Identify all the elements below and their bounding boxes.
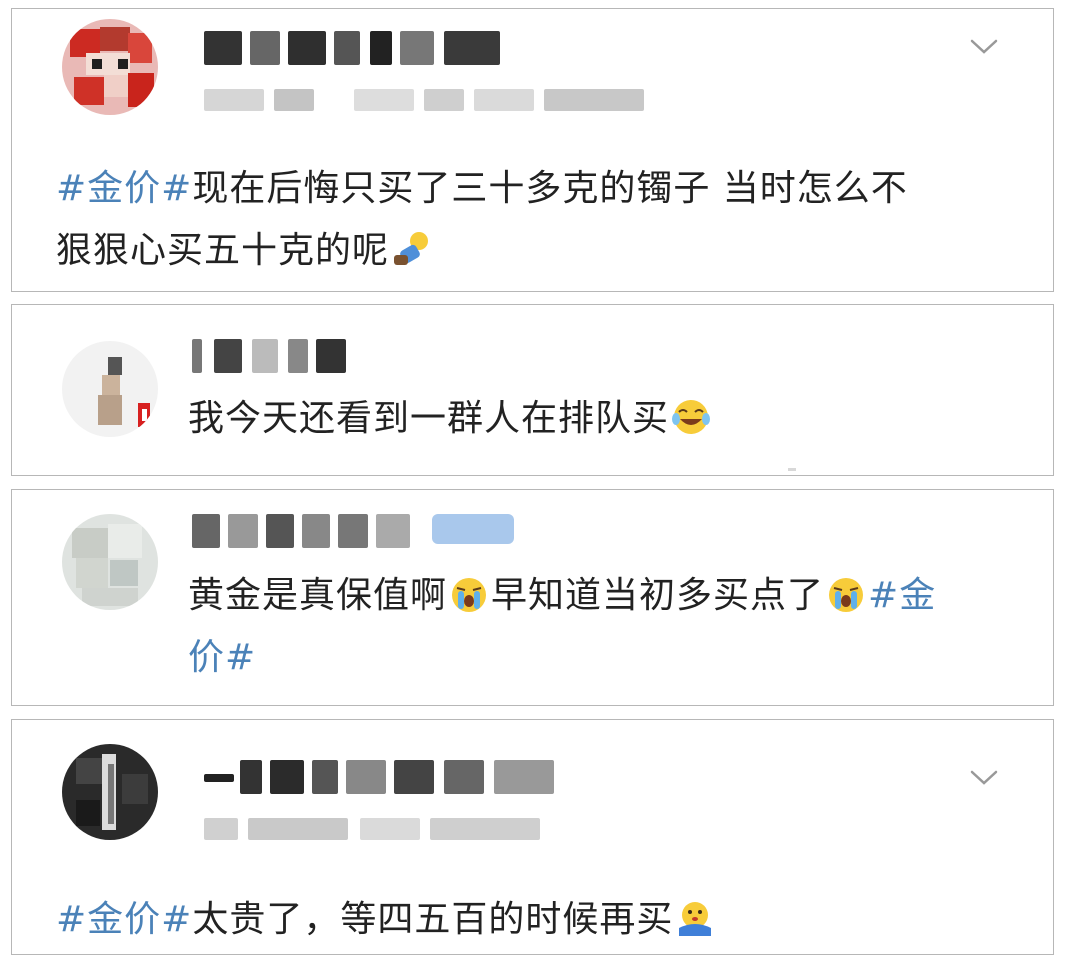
divider-mark [788,468,796,471]
username-redacted [192,339,382,373]
chevron-down-icon[interactable] [970,39,998,55]
laugh-cry-emoji [672,400,711,434]
kneel-emoji [394,232,429,265]
avatar[interactable] [62,514,158,610]
timestamp-redacted [204,89,654,111]
avatar[interactable] [62,341,158,437]
post-text-line-1: #金价#现在后悔只买了三十多克的镯子 当时怎么不 [56,168,908,209]
comment-card: 黄金是真保值啊 早知道当初多买点了 #金 价# [11,489,1054,706]
timestamp-redacted [204,818,544,840]
hashtag-link[interactable]: #金价# [56,899,192,940]
post-text-line-1: 黄金是真保值啊 早知道当初多买点了 #金 [188,575,937,616]
wrapped-emoji [679,902,712,936]
chevron-down-icon[interactable] [970,770,998,786]
crying-emoji [829,578,864,612]
hashtag-link[interactable]: #金价# [56,168,192,209]
crying-emoji [452,578,487,612]
post-text: #金价#太贵了，等四五百的时候再买 [56,890,717,950]
post-text: 我今天还看到一群人在排队买 [188,389,713,449]
hashtag-link[interactable]: 价# [188,637,256,678]
comment-card: 我今天还看到一群人在排队买 [11,304,1054,476]
username-redacted [204,31,504,65]
post-text-line-2: 价# [188,628,256,688]
comment-card: #金价#太贵了，等四五百的时候再买 [11,719,1054,955]
comment-card: #金价#现在后悔只买了三十多克的镯子 当时怎么不 狠狠心买五十克的呢 [11,8,1054,292]
post-text-line-2: 狠狠心买五十克的呢 [56,221,433,281]
username-redacted [204,760,564,794]
username-redacted [192,514,422,548]
hashtag-link[interactable]: #金 [868,575,936,616]
avatar[interactable] [62,744,158,840]
avatar[interactable] [62,19,158,115]
user-badge [432,514,514,544]
